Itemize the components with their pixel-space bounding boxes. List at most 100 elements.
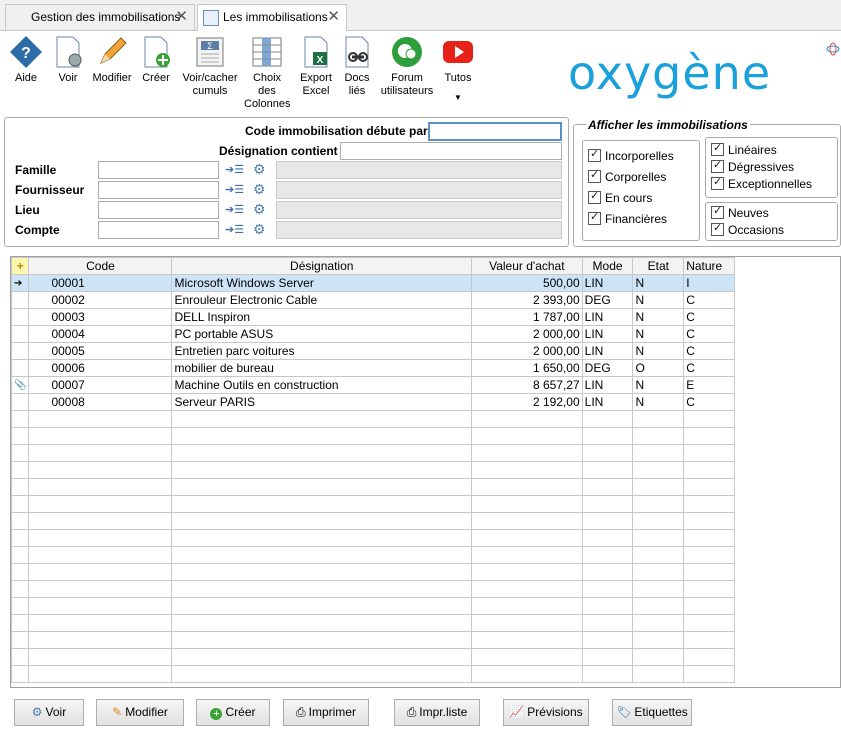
designation-input[interactable] [340, 142, 562, 160]
select-list-icon[interactable]: ➔☰ [225, 223, 244, 236]
modifier-button[interactable]: Modifier [90, 35, 134, 85]
famille-input[interactable] [98, 161, 219, 179]
cell-etat [632, 546, 685, 564]
fournisseur-label: Fournisseur [15, 183, 85, 197]
voir-bottom-button[interactable]: ⚙ Voir [14, 699, 84, 726]
cell-designation [171, 427, 472, 445]
checkbox-degressives[interactable]: Dégressives [711, 158, 794, 175]
empty-row [11, 444, 840, 462]
add-icon: + [210, 708, 223, 720]
table-row[interactable]: 00003 DELL Inspiron 1 787,00 LIN N C [11, 308, 840, 326]
close-icon[interactable]: ✕ [175, 5, 188, 29]
creer-button[interactable]: Créer [138, 35, 174, 85]
linked-document-icon [340, 35, 374, 69]
header-designation[interactable]: Désignation [171, 257, 472, 275]
previsions-button[interactable]: 📈 Prévisions [503, 699, 589, 726]
checkbox-financieres[interactable]: Financières [588, 210, 667, 227]
select-list-icon[interactable]: ➔☰ [225, 203, 244, 216]
select-list-icon[interactable]: ➔☰ [225, 163, 244, 176]
lieu-label: Lieu [15, 203, 40, 217]
cell-etat [632, 614, 685, 632]
tab-les-immobilisations[interactable]: Les immobilisations ✕ [197, 4, 347, 31]
dropdown-arrow-icon[interactable]: ▼ [440, 91, 476, 104]
export-excel-button[interactable]: X Export Excel [296, 35, 336, 98]
voir-cacher-cumuls-button[interactable]: Σ Voir/cacher cumuls [180, 35, 240, 98]
code-input[interactable] [428, 122, 562, 141]
cell-nature [683, 597, 736, 615]
filler-cell [734, 529, 840, 547]
forum-utilisateurs-button[interactable]: Forum utilisateurs [378, 35, 436, 98]
empty-row [11, 648, 840, 666]
tab-gestion-immobilisations[interactable]: Gestion des immobilisations ✕ [5, 4, 195, 30]
filler-cell [734, 580, 840, 598]
header-nature[interactable]: Nature [683, 257, 736, 275]
table-row[interactable]: 00002 Enrouleur Electronic Cable 2 393,00 D… [11, 291, 840, 309]
sum-icon: Σ [193, 35, 227, 69]
table-row[interactable]: ➔ 00001 Microsoft Windows Server 500,00 LIN N… [11, 274, 840, 292]
row-indicator [11, 546, 30, 564]
gear-icon[interactable]: ⚙ [253, 201, 266, 218]
tutos-button[interactable]: Tutos ▼ [440, 35, 476, 104]
cell-valeur [471, 563, 583, 581]
cell-designation [171, 512, 472, 530]
compte-input[interactable] [98, 221, 219, 239]
cell-valeur [471, 512, 583, 530]
table-row[interactable]: 00004 PC portable ASUS 2 000,00 LIN N C [11, 325, 840, 343]
immobilisations-grid[interactable]: + Code Désignation Valeur d'achat Mode E… [10, 256, 841, 688]
cell-designation: Enrouleur Electronic Cable [171, 291, 472, 309]
header-etat[interactable]: Etat [632, 257, 685, 275]
checkbox-incorporelles[interactable]: Incorporelles [588, 147, 674, 164]
header-code[interactable]: Code [28, 257, 173, 275]
cell-etat: N [632, 274, 685, 292]
checkbox-lineaires[interactable]: Linéaires [711, 141, 777, 158]
forum-icon [390, 35, 424, 69]
table-row[interactable]: 00006 mobilier de bureau 1 650,00 DEG O C [11, 359, 840, 377]
checkbox-corporelles[interactable]: Corporelles [588, 168, 666, 185]
row-indicator [11, 444, 30, 462]
add-column-icon[interactable]: + [11, 257, 30, 275]
aide-button[interactable]: ? Aide [6, 35, 46, 85]
voir-button[interactable]: Voir [50, 35, 86, 85]
modifier-bottom-button[interactable]: ✎ Modifier [96, 699, 184, 726]
cell-code [28, 495, 173, 513]
filler-cell [734, 563, 840, 581]
creer-bottom-button[interactable]: + Créer [196, 699, 270, 726]
cell-code [28, 444, 173, 462]
empty-row [11, 580, 840, 598]
gear-icon[interactable]: ⚙ [253, 221, 266, 238]
cell-designation [171, 563, 472, 581]
cell-designation: Microsoft Windows Server [171, 274, 472, 292]
imprimer-button[interactable]: ⎙ Imprimer [283, 699, 369, 726]
close-icon[interactable]: ✕ [327, 5, 340, 29]
table-row[interactable]: 00005 Entretien parc voitures 2 000,00 LIN N… [11, 342, 840, 360]
cell-nature [683, 648, 736, 666]
select-list-icon[interactable]: ➔☰ [225, 183, 244, 196]
tab-label: Gestion des immobilisations [31, 10, 181, 24]
checkbox-neuves[interactable]: Neuves [711, 204, 769, 221]
columns-icon [250, 35, 284, 69]
filler-cell [734, 512, 840, 530]
cell-etat: N [632, 376, 685, 394]
empty-row [11, 410, 840, 428]
choix-colonnes-button[interactable]: Choix des Colonnes [244, 35, 290, 111]
cell-nature [683, 512, 736, 530]
docs-lies-button[interactable]: Docs liés [340, 35, 374, 98]
gear-icon[interactable]: ⚙ [253, 181, 266, 198]
cell-mode [581, 478, 634, 496]
etiquettes-button[interactable]: 🏷 Etiquettes [612, 699, 692, 726]
checkbox-en-cours[interactable]: En cours [588, 189, 652, 206]
table-row[interactable]: 📎 00007 Machine Outils en construction 8 65… [11, 376, 840, 394]
pencil-icon: ✎ [112, 705, 123, 719]
table-row[interactable]: 00008 Serveur PARIS 2 192,00 LIN N C [11, 393, 840, 411]
fournisseur-input[interactable] [98, 181, 219, 199]
cell-mode [581, 461, 634, 479]
cell-nature [683, 665, 736, 683]
checkbox-exceptionnelles[interactable]: Exceptionnelles [711, 175, 812, 192]
lieu-input[interactable] [98, 201, 219, 219]
gear-icon[interactable]: ⚙ [253, 161, 266, 178]
impr-liste-button[interactable]: ⎙ Impr.liste [394, 699, 480, 726]
row-indicator [11, 308, 30, 326]
checkbox-occasions[interactable]: Occasions [711, 221, 784, 238]
header-valeur[interactable]: Valeur d'achat [471, 257, 583, 275]
header-mode[interactable]: Mode [581, 257, 634, 275]
